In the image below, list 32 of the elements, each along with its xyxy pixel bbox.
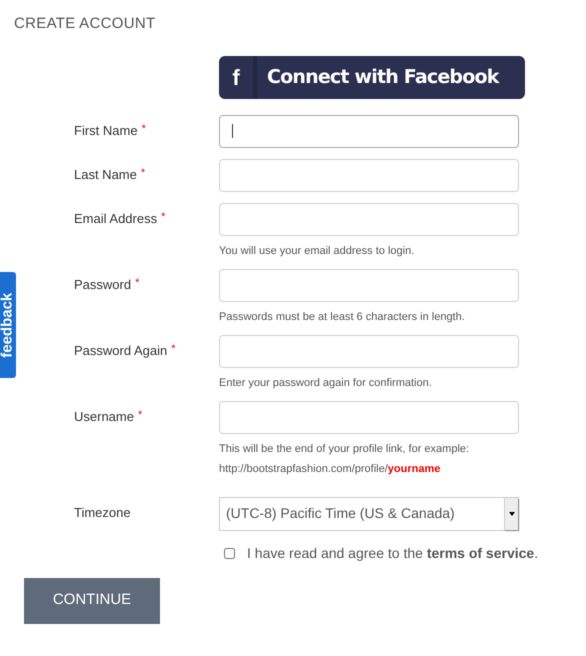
required-mark: * (161, 210, 166, 224)
field-label: Email Address (74, 210, 158, 228)
required-mark: * (171, 342, 176, 356)
text-field[interactable] (219, 334, 519, 368)
terms-checkbox[interactable] (224, 548, 235, 558)
text-field[interactable] (219, 268, 519, 302)
help-text: This will be the end of your profile link, for example: (219, 442, 470, 456)
profile-link-example: http://bootstrapfashion.com/profile/yourname (219, 462, 442, 476)
required-mark: * (142, 122, 146, 136)
text-field[interactable] (219, 400, 519, 434)
field-label: Username (74, 408, 134, 426)
field-label: Timezone (74, 504, 131, 522)
required-mark: * (135, 276, 140, 290)
field-label: Password Again (74, 342, 168, 360)
field-label: Password (74, 276, 132, 294)
facebook-connect-button[interactable]: f Connect with Facebook (219, 56, 525, 98)
required-mark: * (138, 408, 142, 422)
page-title: CREATE ACCOUNT (14, 14, 156, 34)
field-label: Last Name (74, 166, 137, 184)
terms-text: I have read and agree to the terms of service. (247, 544, 538, 563)
required-mark: * (140, 166, 146, 180)
text-cursor-icon (232, 124, 233, 138)
timezone-select[interactable]: (UTC-8) Pacific Time (US & Canada) (219, 496, 519, 530)
text-field[interactable] (219, 202, 519, 236)
field-label: First Name (74, 122, 138, 140)
help-text: You will use your email address to login. (219, 244, 416, 258)
help-text: Enter your password again for confirmation. (219, 376, 433, 390)
continue-button[interactable]: CONTINUE (24, 578, 160, 624)
text-field[interactable] (219, 114, 519, 148)
feedback-tab[interactable]: feedback (0, 272, 16, 378)
help-text: Passwords must be at least 6 characters in length. (219, 310, 466, 324)
text-field[interactable] (219, 158, 519, 192)
